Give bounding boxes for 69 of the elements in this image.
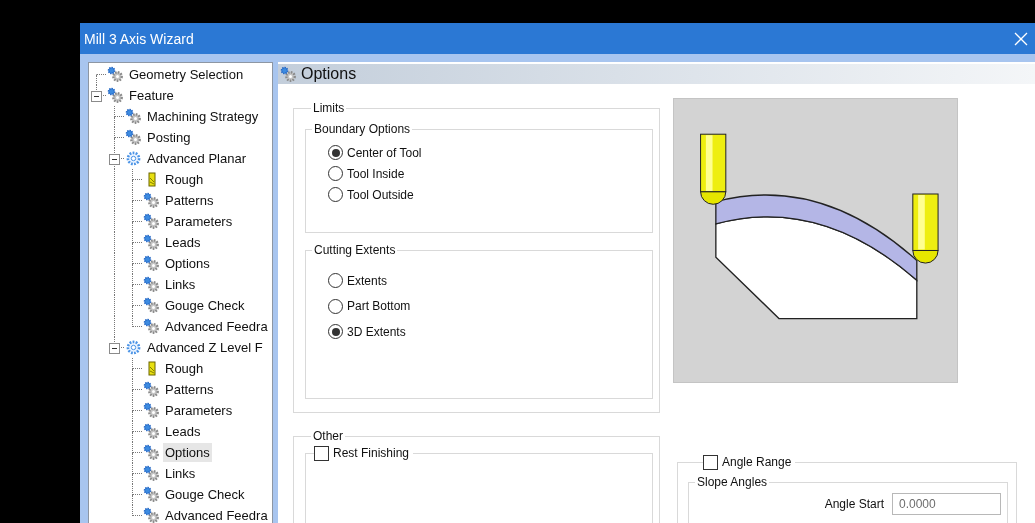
- tree-item[interactable]: Links: [163, 464, 198, 483]
- tree-item[interactable]: Posting: [145, 128, 193, 147]
- gears-icon: [143, 318, 160, 335]
- radio-button[interactable]: [328, 145, 343, 160]
- tree-item[interactable]: Advanced Feedra: [163, 317, 270, 336]
- gears-icon: [107, 66, 124, 83]
- gears-icon: [143, 297, 160, 314]
- gears-icon: [143, 423, 160, 440]
- gears-icon: [143, 276, 160, 293]
- tree-item[interactable]: Options: [163, 254, 212, 273]
- tree-item[interactable]: Machining Strategy: [145, 107, 261, 126]
- radio-label[interactable]: Tool Outside: [347, 187, 414, 202]
- checkbox-label[interactable]: Rest Finishing: [329, 446, 414, 461]
- tree-item[interactable]: Geometry Selection: [127, 65, 246, 84]
- radio-label[interactable]: Center of Tool: [347, 145, 422, 160]
- tree-item[interactable]: Advanced Planar: [145, 149, 248, 168]
- collapse-button[interactable]: [109, 343, 120, 354]
- window-title: Mill 3 Axis Wizard: [84, 30, 194, 47]
- radio-label[interactable]: Part Bottom: [347, 299, 411, 314]
- gears-icon: [143, 444, 160, 461]
- tree-item[interactable]: Leads: [163, 233, 203, 252]
- checkbox-label[interactable]: Angle Range: [718, 455, 796, 470]
- tree-item[interactable]: Gouge Check: [163, 485, 247, 504]
- gears-icon: [107, 87, 124, 104]
- tree-item[interactable]: Advanced Feedra: [163, 506, 270, 523]
- close-icon: [1014, 31, 1028, 46]
- tree-item[interactable]: Gouge Check: [163, 296, 247, 315]
- radio-label[interactable]: 3D Extents: [347, 324, 406, 339]
- group-label: Boundary Options: [312, 122, 413, 137]
- gears-icon: [125, 129, 142, 146]
- gears-icon: [125, 108, 142, 125]
- radio-button[interactable]: [328, 298, 343, 314]
- checkbox[interactable]: [314, 446, 329, 461]
- radio-button[interactable]: [328, 187, 343, 202]
- tree-item[interactable]: Patterns: [163, 380, 216, 399]
- gears-icon: [143, 402, 160, 419]
- group-label: Slope Angles: [695, 475, 770, 490]
- radio-label[interactable]: Extents: [347, 273, 388, 288]
- radio-button[interactable]: [328, 273, 343, 289]
- gears-icon: [143, 234, 160, 251]
- gears-icon: [143, 192, 160, 209]
- tree-item[interactable]: Options: [163, 443, 212, 462]
- tree-item[interactable]: Links: [163, 275, 198, 294]
- angle-start-field[interactable]: 0.0000: [892, 493, 1001, 515]
- radio-label[interactable]: Tool Inside: [347, 166, 405, 181]
- radio-button[interactable]: [328, 166, 343, 181]
- gears-icon: [143, 213, 160, 230]
- tree-item[interactable]: Patterns: [163, 191, 216, 210]
- gears-icon: [280, 65, 297, 83]
- gears-icon: [143, 255, 160, 272]
- field-label: Angle Start: [824, 497, 884, 511]
- gears-icon: [143, 486, 160, 503]
- gears-icon: [143, 465, 160, 482]
- tree-item[interactable]: Leads: [163, 422, 203, 441]
- tree-item[interactable]: Rough: [163, 170, 206, 189]
- gears-icon: [143, 381, 160, 398]
- group-label: Cutting Extents: [312, 243, 398, 258]
- tree-item[interactable]: Feature: [127, 86, 176, 105]
- tree-item[interactable]: Parameters: [163, 212, 235, 231]
- panel-title: Options: [301, 65, 357, 83]
- collapse-button[interactable]: [109, 154, 120, 165]
- collapse-button[interactable]: [91, 91, 102, 102]
- radio-button[interactable]: [328, 324, 343, 340]
- gear-icon: [125, 339, 142, 356]
- checkbox[interactable]: [703, 455, 718, 470]
- tree-item[interactable]: Parameters: [163, 401, 235, 420]
- gear-icon: [125, 150, 142, 167]
- tree-item[interactable]: Advanced Z Level F: [145, 338, 265, 357]
- tree-item[interactable]: Rough: [163, 359, 206, 378]
